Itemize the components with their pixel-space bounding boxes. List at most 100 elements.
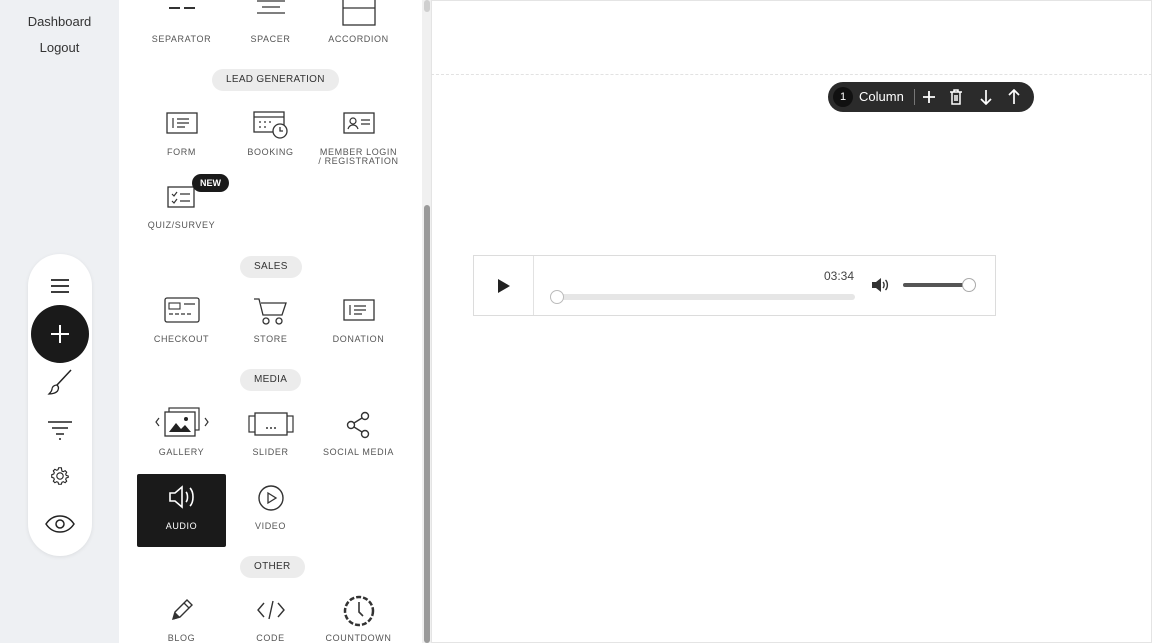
volume-icon xyxy=(872,278,889,292)
speaker-icon xyxy=(168,485,194,509)
column-label[interactable]: Column xyxy=(859,82,904,112)
move-up-button[interactable] xyxy=(1004,87,1024,107)
audio-progress-knob[interactable] xyxy=(550,290,564,304)
scrollbar-thumb[interactable] xyxy=(424,205,430,643)
play-circle-icon xyxy=(257,485,284,511)
tile-accordion[interactable]: ACCORDION xyxy=(314,0,403,57)
spacer-icon xyxy=(256,0,285,14)
preview-button[interactable] xyxy=(28,504,92,544)
dashboard-link[interactable]: Dashboard xyxy=(0,14,119,29)
tile-label: STORE xyxy=(253,334,288,344)
tile-label: DONATION xyxy=(332,334,385,344)
settings-button[interactable] xyxy=(28,456,92,496)
separator-icon xyxy=(168,7,195,9)
tile-label: SLIDER xyxy=(252,447,289,457)
brush-icon xyxy=(47,369,72,395)
arrow-down-icon xyxy=(980,90,992,105)
move-down-button[interactable] xyxy=(976,87,996,107)
tile-label: CHECKOUT xyxy=(153,334,210,344)
tile-label: SOCIAL MEDIA xyxy=(323,447,394,457)
cart-icon xyxy=(253,298,287,325)
arrow-up-icon xyxy=(1008,89,1020,104)
play-icon xyxy=(497,278,510,293)
booking-icon xyxy=(252,111,288,139)
tile-member-login[interactable]: MEMBER LOGIN / REGISTRATION xyxy=(314,104,403,177)
category-other: OTHER xyxy=(240,556,305,578)
tile-label: COUNTDOWN xyxy=(325,633,392,643)
audio-player: 03:34 xyxy=(473,255,996,316)
form-icon xyxy=(165,112,198,134)
elements-panel: SEPARATOR SPACER ACCORDION LEAD GENERATI… xyxy=(119,0,431,643)
gear-icon xyxy=(51,467,69,485)
category-sales: SALES xyxy=(240,256,302,278)
tile-label: BOOKING xyxy=(247,147,294,157)
filter-icon xyxy=(48,421,72,440)
tile-label: AUDIO xyxy=(165,521,198,531)
design-button[interactable] xyxy=(28,362,92,402)
column-count: 1 xyxy=(833,87,853,107)
tile-video[interactable]: VIDEO xyxy=(226,474,315,547)
plus-icon xyxy=(51,325,69,343)
tile-label: BLOG xyxy=(167,633,196,643)
countdown-icon xyxy=(343,595,374,627)
checklist-icon xyxy=(166,186,195,208)
tile-social-media[interactable]: SOCIAL MEDIA xyxy=(314,404,403,477)
tile-label: CODE xyxy=(256,633,285,643)
menu-icon xyxy=(51,279,69,293)
tile-label: SPACER xyxy=(250,34,291,44)
accordion-icon xyxy=(341,0,376,26)
add-element-button[interactable] xyxy=(31,305,89,363)
tile-label: ACCORDION xyxy=(328,34,389,44)
tile-label: SEPARATOR xyxy=(151,34,212,44)
tile-audio[interactable]: AUDIO xyxy=(137,474,226,547)
trash-icon xyxy=(950,89,962,105)
donation-icon xyxy=(342,299,375,321)
tile-form[interactable]: FORM xyxy=(137,104,226,177)
tile-donation[interactable]: DONATION xyxy=(314,291,403,364)
volume-knob[interactable] xyxy=(962,278,976,292)
gallery-icon xyxy=(154,407,209,437)
add-column-button[interactable] xyxy=(919,87,939,107)
logout-link[interactable]: Logout xyxy=(0,40,119,55)
delete-column-button[interactable] xyxy=(946,87,966,107)
tile-label: GALLERY xyxy=(158,447,205,457)
section-divider xyxy=(431,74,1152,75)
tile-gallery[interactable]: GALLERY xyxy=(137,404,226,477)
tile-label: VIDEO xyxy=(254,521,286,531)
tile-slider[interactable]: SLIDER xyxy=(226,404,315,477)
tile-label: QUIZ/SURVEY xyxy=(147,220,216,230)
filter-button[interactable] xyxy=(28,410,92,450)
share-icon xyxy=(346,411,369,439)
category-lead-generation: LEAD GENERATION xyxy=(212,69,339,91)
tile-countdown[interactable]: COUNTDOWN xyxy=(314,591,403,643)
plus-icon xyxy=(923,91,935,103)
tile-store[interactable]: STORE xyxy=(226,291,315,364)
new-badge: NEW xyxy=(192,174,229,192)
category-media: MEDIA xyxy=(240,369,302,391)
page-canvas[interactable] xyxy=(431,0,1152,643)
pencil-icon xyxy=(171,599,193,621)
audio-progress-track[interactable] xyxy=(551,294,855,300)
play-button[interactable] xyxy=(474,256,534,315)
eye-icon xyxy=(45,515,75,533)
audio-duration: 03:34 xyxy=(824,269,855,283)
toolbar-divider xyxy=(914,89,915,105)
tile-spacer[interactable]: SPACER xyxy=(226,0,315,57)
credit-card-icon xyxy=(163,297,200,323)
tile-label: MEMBER LOGIN / REGISTRATION xyxy=(318,147,399,166)
scrollbar-top-cap xyxy=(424,0,430,12)
column-toolbar: 1 Column xyxy=(828,82,1034,112)
slider-icon xyxy=(247,412,294,436)
menu-button[interactable] xyxy=(28,266,92,306)
editor-toolbar xyxy=(28,254,92,556)
mute-button[interactable] xyxy=(871,277,889,298)
tile-label: FORM xyxy=(167,147,196,157)
panel-scrollbar[interactable] xyxy=(422,0,431,643)
tile-code[interactable]: CODE xyxy=(226,591,315,643)
tile-blog[interactable]: BLOG xyxy=(137,591,226,643)
tile-checkout[interactable]: CHECKOUT xyxy=(137,291,226,364)
tile-quiz-survey[interactable]: NEW QUIZ/SURVEY xyxy=(137,174,229,250)
tile-separator[interactable]: SEPARATOR xyxy=(137,0,226,57)
tile-booking[interactable]: BOOKING xyxy=(226,104,315,177)
volume-track[interactable] xyxy=(903,283,969,287)
